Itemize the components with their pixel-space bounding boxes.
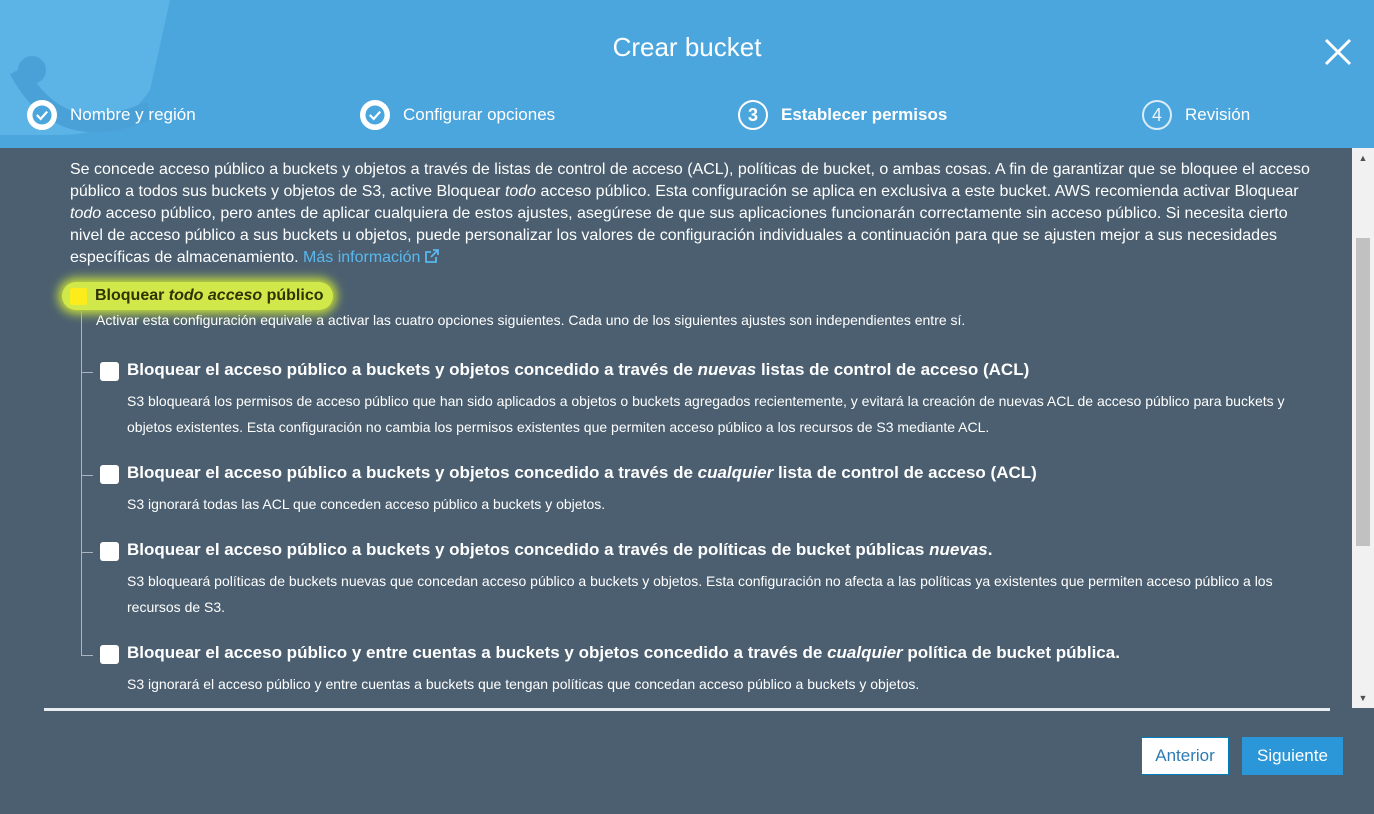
option-checkbox[interactable] (100, 542, 119, 561)
tree-branch (81, 655, 93, 656)
option-description: S3 ignorará todas las ACL que conceden a… (127, 496, 606, 512)
master-label: Bloquear todo acceso público (95, 287, 323, 305)
intro-emphasis: todo (504, 183, 537, 200)
tree-connector (81, 311, 82, 655)
option-label-part: . (987, 540, 993, 559)
step-establecer-permisos[interactable]: 3 Establecer permisos (738, 98, 947, 132)
step-label: Configurar opciones (403, 105, 556, 124)
step-revision[interactable]: 4 Revisión (1142, 98, 1250, 132)
tree-branch (81, 372, 93, 373)
scrollbar[interactable]: ▲ ▼ (1352, 148, 1374, 708)
option-label-emphasis: nuevas (929, 540, 988, 559)
option-label-part: Bloquear el acceso público a buckets y o… (127, 540, 930, 559)
scrollbar-thumb[interactable] (1356, 238, 1370, 546)
option-label-part: lista de control de acceso (ACL) (773, 463, 1037, 482)
master-description: Activar esta configuración equivale a ac… (96, 312, 966, 328)
next-button[interactable]: Siguiente (1242, 737, 1343, 775)
step-configurar-opciones[interactable]: Configurar opciones (360, 98, 555, 132)
option-description: S3 ignorará el acceso público y entre cu… (127, 676, 920, 692)
block-all-public-access-checkbox[interactable]: Bloquear todo acceso público (62, 282, 334, 310)
option-label-emphasis: cualquier (697, 463, 774, 482)
option-description: S3 bloqueará los permisos de acceso públ… (127, 393, 1285, 435)
permissions-content: Se concede acceso público a buckets y ob… (0, 148, 1352, 708)
option-checkbox[interactable] (100, 645, 119, 664)
previous-button[interactable]: Anterior (1141, 737, 1229, 775)
master-label-emphasis: todo acceso (168, 287, 263, 304)
option-checkbox[interactable] (100, 362, 119, 381)
option-label[interactable]: Bloquear el acceso público a buckets y o… (127, 463, 1037, 483)
step-nombre-region[interactable]: Nombre y región (27, 98, 196, 132)
option-label[interactable]: Bloquear el acceso público a buckets y o… (127, 540, 992, 560)
option-label[interactable]: Bloquear el acceso público a buckets y o… (127, 360, 1029, 380)
modal-title: Crear bucket (612, 32, 762, 62)
step-label: Revisión (1185, 105, 1251, 124)
tree-branch (81, 475, 93, 476)
more-info-link[interactable]: Más información (303, 249, 440, 266)
intro-text: Se concede acceso público a buckets y ob… (70, 159, 1310, 269)
step-label: Nombre y región (70, 105, 196, 124)
scroll-up-icon[interactable]: ▲ (1352, 148, 1374, 168)
check-icon (27, 100, 57, 130)
option-label-part: Bloquear el acceso público a buckets y o… (127, 463, 698, 482)
step-label: Establecer permisos (781, 105, 948, 124)
step-number: 4 (1142, 100, 1172, 130)
intro-part: acceso público. Esta configuración se ap… (536, 183, 1299, 200)
option-checkbox[interactable] (100, 465, 119, 484)
scroll-down-icon[interactable]: ▼ (1352, 688, 1374, 708)
more-info-label: Más información (303, 249, 421, 266)
tree-branch (81, 552, 93, 553)
option-label-part: Bloquear el acceso público y entre cuent… (127, 643, 828, 662)
modal-header: Crear bucket Nombre y región Configurar … (0, 0, 1374, 148)
intro-part: acceso público, pero antes de aplicar cu… (70, 205, 1288, 266)
check-icon (360, 100, 390, 130)
option-label-emphasis: cualquier (827, 643, 903, 662)
option-label-part: Bloquear el acceso público a buckets y o… (127, 360, 698, 379)
option-label-part: política de bucket pública. (902, 643, 1120, 662)
close-icon[interactable] (1318, 32, 1358, 72)
master-label-part: público (262, 287, 324, 304)
intro-emphasis: todo (70, 205, 102, 222)
master-label-part: Bloquear (95, 287, 169, 304)
checkbox-box (70, 287, 87, 305)
option-description: S3 bloqueará políticas de buckets nuevas… (127, 573, 1273, 615)
option-label-part: listas de control de acceso (ACL) (756, 360, 1030, 379)
external-link-icon (425, 249, 440, 263)
option-label[interactable]: Bloquear el acceso público y entre cuent… (127, 643, 1120, 663)
option-label-emphasis: nuevas (697, 360, 757, 379)
step-number: 3 (738, 100, 768, 130)
